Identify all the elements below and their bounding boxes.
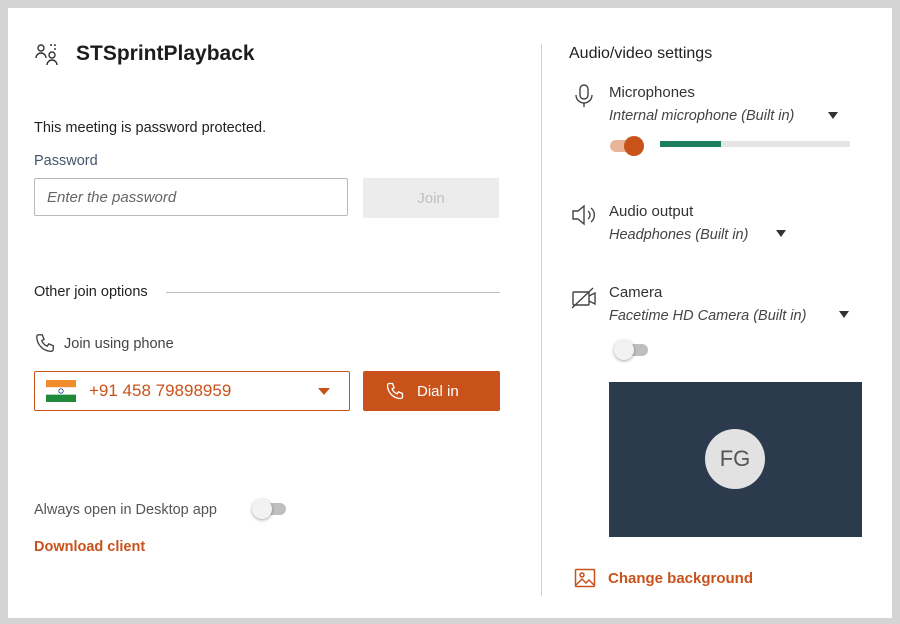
column-divider — [541, 44, 542, 596]
avatar: FG — [705, 429, 765, 489]
phone-icon — [386, 382, 404, 400]
dial-in-label: Dial in — [417, 383, 459, 400]
microphones-label: Microphones — [609, 84, 695, 101]
download-client-link[interactable]: Download client — [34, 539, 145, 555]
audio-output-label: Audio output — [609, 203, 694, 220]
meeting-title: STSprintPlayback — [76, 42, 255, 65]
toggle-knob — [624, 136, 644, 156]
change-background-link[interactable]: Change background — [608, 570, 753, 587]
section-divider — [166, 292, 500, 293]
camera-select[interactable]: Facetime HD Camera (Built in) — [609, 308, 806, 324]
av-settings-title: Audio/video settings — [569, 45, 713, 62]
camera-off-icon — [571, 287, 596, 309]
microphone-icon — [575, 84, 593, 107]
microphone-toggle[interactable] — [610, 136, 644, 156]
toggle-knob — [252, 499, 272, 519]
mic-level-meter — [660, 141, 850, 147]
password-input[interactable] — [34, 178, 348, 216]
participants-icon — [35, 44, 58, 66]
other-join-options-heading: Other join options — [34, 284, 148, 300]
phone-number: +91 458 79898959 — [89, 381, 232, 400]
mic-level-fill — [660, 141, 721, 147]
desktop-app-toggle[interactable] — [252, 499, 286, 519]
chevron-down-icon[interactable] — [828, 112, 838, 119]
chevron-down-icon — [318, 388, 330, 395]
dial-in-button[interactable]: Dial in — [363, 371, 500, 411]
desktop-app-label: Always open in Desktop app — [34, 502, 217, 518]
password-label: Password — [34, 153, 98, 169]
chevron-down-icon[interactable] — [776, 230, 786, 237]
join-dialog: STSprintPlayback This meeting is passwor… — [8, 8, 892, 618]
camera-toggle[interactable] — [614, 340, 648, 360]
toggle-knob — [614, 340, 634, 360]
image-icon — [574, 568, 596, 588]
india-flag-icon — [46, 380, 76, 402]
audio-output-select[interactable]: Headphones (Built in) — [609, 227, 748, 243]
join-using-phone-label: Join using phone — [64, 336, 174, 352]
camera-label: Camera — [609, 284, 663, 301]
microphone-select[interactable]: Internal microphone (Built in) — [609, 108, 794, 124]
country-phone-select[interactable]: +91 458 79898959 — [34, 371, 350, 411]
speaker-icon — [572, 204, 595, 226]
join-button[interactable]: Join — [363, 178, 499, 218]
phone-icon — [36, 334, 54, 352]
video-preview: FG — [609, 382, 862, 537]
password-protected-notice: This meeting is password protected. — [34, 120, 267, 136]
chevron-down-icon[interactable] — [839, 311, 849, 318]
